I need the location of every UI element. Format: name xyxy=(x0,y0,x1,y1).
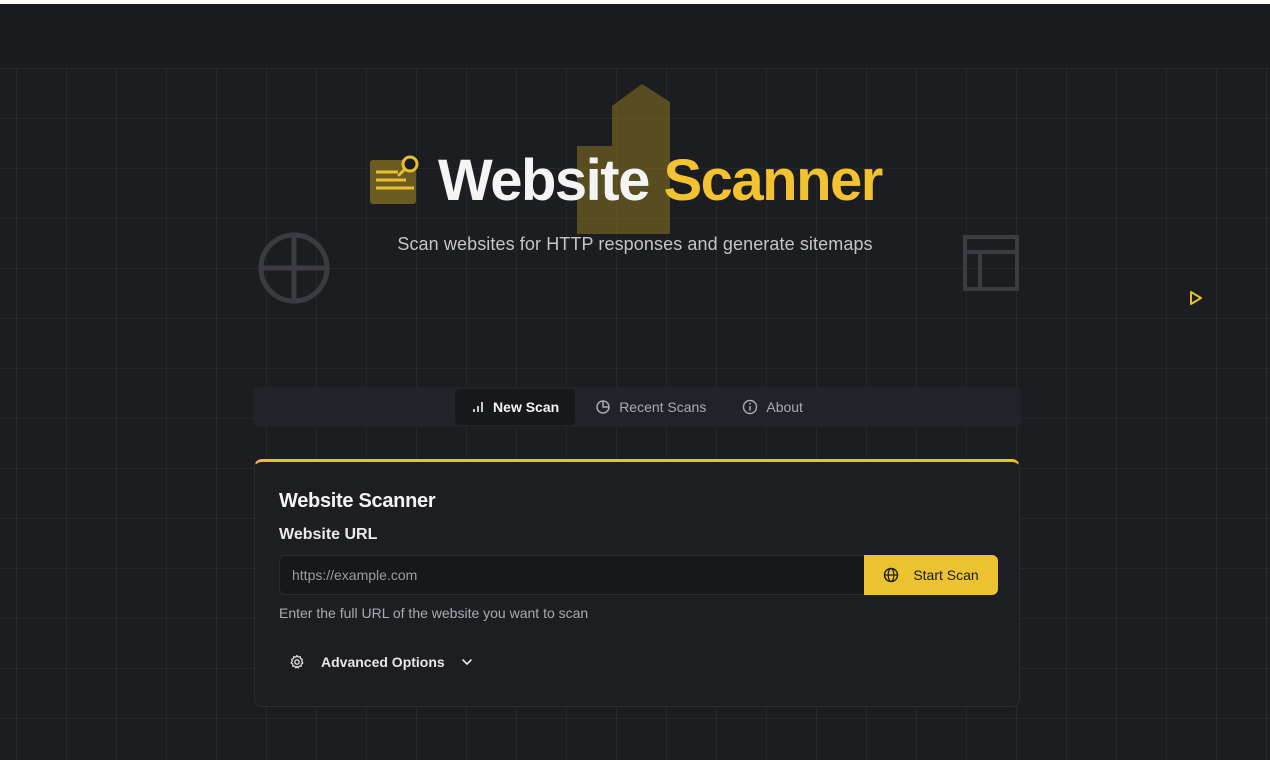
info-icon xyxy=(743,399,758,415)
tab-label: Recent Scans xyxy=(619,399,707,415)
hero-title: Website Scanner xyxy=(368,146,883,216)
tabs-bar: New Scan Recent Scans About xyxy=(253,387,1021,427)
scanner-card: Website Scanner Website URL Start Scan E… xyxy=(254,459,1020,707)
globe-icon xyxy=(884,567,899,583)
chevron-down-icon xyxy=(461,659,472,665)
header-band xyxy=(0,4,1270,69)
tab-label: About xyxy=(766,399,803,415)
url-input[interactable] xyxy=(279,555,865,595)
gear-icon xyxy=(290,654,304,669)
tab-about[interactable]: About xyxy=(726,389,819,425)
page: Website Scanner Scan websites for HTTP r… xyxy=(0,0,1270,760)
title-word-website: Website xyxy=(438,148,650,213)
bar-chart-icon xyxy=(473,402,483,412)
url-label: Website URL xyxy=(279,526,378,543)
url-helper-text: Enter the full URL of the website you wa… xyxy=(279,605,589,621)
advanced-options-toggle[interactable]: Advanced Options xyxy=(289,654,473,670)
advanced-options-label: Advanced Options xyxy=(321,654,445,670)
search-document-icon xyxy=(370,155,419,204)
page-subtitle: Scan websites for HTTP responses and gen… xyxy=(397,234,873,254)
pie-chart-icon xyxy=(596,400,610,414)
start-scan-button[interactable]: Start Scan xyxy=(864,555,998,595)
start-scan-label: Start Scan xyxy=(913,567,979,583)
tab-label: New Scan xyxy=(493,399,560,415)
page-title: Website Scanner xyxy=(438,152,883,210)
play-icon xyxy=(1190,291,1202,305)
title-word-scanner: Scanner xyxy=(663,148,883,213)
card-title: Website Scanner xyxy=(279,490,436,512)
tab-new-scan[interactable]: New Scan xyxy=(455,389,576,425)
tab-recent-scans[interactable]: Recent Scans xyxy=(579,389,722,425)
